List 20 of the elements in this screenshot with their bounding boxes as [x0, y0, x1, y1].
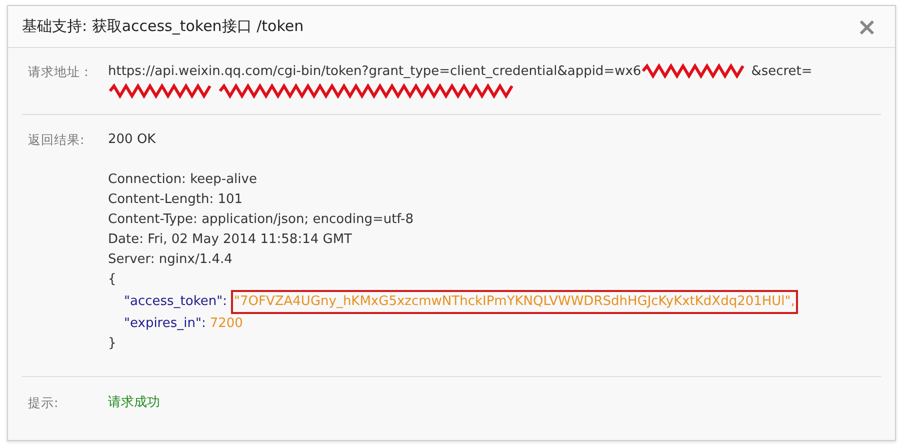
json-value: 7200: [210, 315, 243, 333]
json-key: "expires_in":: [124, 314, 206, 334]
header-line: Date: Fri, 02 May 2014 11:58:14 GMT: [108, 231, 352, 249]
status-message: 请求成功: [108, 394, 160, 412]
header-line: Content-Length: 101: [108, 191, 243, 209]
field-label: 提示:: [27, 394, 60, 412]
dialog-title: 基础支持: 获取access_token接口 /token: [22, 16, 304, 38]
header-line: Connection: keep-alive: [108, 171, 257, 189]
url-text: &secret=: [751, 64, 812, 79]
brace-text: }: [108, 335, 116, 353]
json-key: "access_token":: [124, 292, 227, 312]
status-line: 200 OK: [108, 131, 156, 149]
close-button[interactable]: ×: [852, 14, 881, 38]
field-label: 返回结果:: [27, 131, 86, 149]
url-text: https://api.weixin.qq.com/cgi-bin/token?grant_type=client_credential&appid=wx6: [108, 64, 642, 79]
header-line: Server: nginx/1.4.4: [108, 251, 232, 269]
highlighted-json-value: "7OFVZA4UGny_hKMxG5xzcmwNThckIPmYKNQLVWWDRSdhHGJcKyKxtKdXdq201HUl",: [231, 290, 798, 314]
brace-text: {: [108, 271, 116, 289]
field-label: 请求地址：: [27, 63, 94, 81]
header-line: Content-Type: application/json; encoding=utf-8: [108, 211, 414, 229]
